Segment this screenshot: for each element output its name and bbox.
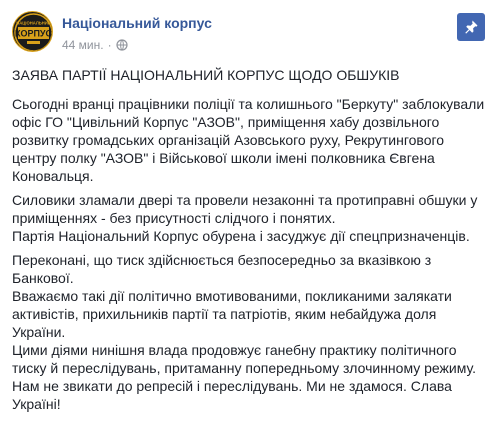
- post-timestamp[interactable]: 44 мин.: [62, 38, 104, 52]
- statement-title: ЗАЯВА ПАРТІЇ НАЦІОНАЛЬНИЙ КОРПУС ЩОДО ОБ…: [12, 67, 400, 83]
- meta-separator: ·: [107, 38, 112, 52]
- post-paragraph: Цими діями нинішня влада продовжує ганеб…: [12, 342, 476, 412]
- facebook-post: НАЦІОНАЛЬНИЙ КОРПУС Національний корпус …: [0, 0, 497, 436]
- page-name-link[interactable]: Національний корпус: [62, 15, 212, 31]
- post-paragraph: Силовики зламали двері та провели незако…: [12, 192, 478, 244]
- pin-icon: [465, 20, 478, 34]
- post-text: ЗАЯВА ПАРТІЇ НАЦІОНАЛЬНИЙ КОРПУС ЩОДО ОБ…: [12, 66, 490, 413]
- post-paragraph: Переконані, що тиск здійснюється безпосе…: [12, 252, 432, 286]
- page-avatar[interactable]: НАЦІОНАЛЬНИЙ КОРПУС: [12, 11, 53, 52]
- post-paragraph: Сьогодні вранці працівники поліції та ко…: [12, 96, 485, 184]
- national-corps-logo-icon: НАЦІОНАЛЬНИЙ КОРПУС: [13, 12, 53, 51]
- svg-text:НАЦІОНАЛЬНИЙ: НАЦІОНАЛЬНИЙ: [16, 21, 51, 26]
- post-meta: 44 мин. ·: [62, 38, 128, 54]
- svg-text:КОРПУС: КОРПУС: [15, 29, 53, 39]
- globe-icon: [116, 39, 128, 54]
- pin-button[interactable]: [457, 13, 485, 41]
- post-header: НАЦІОНАЛЬНИЙ КОРПУС Національний корпус …: [12, 11, 485, 55]
- post-paragraph: Вважаємо такі дії політично вмотивованим…: [12, 288, 452, 340]
